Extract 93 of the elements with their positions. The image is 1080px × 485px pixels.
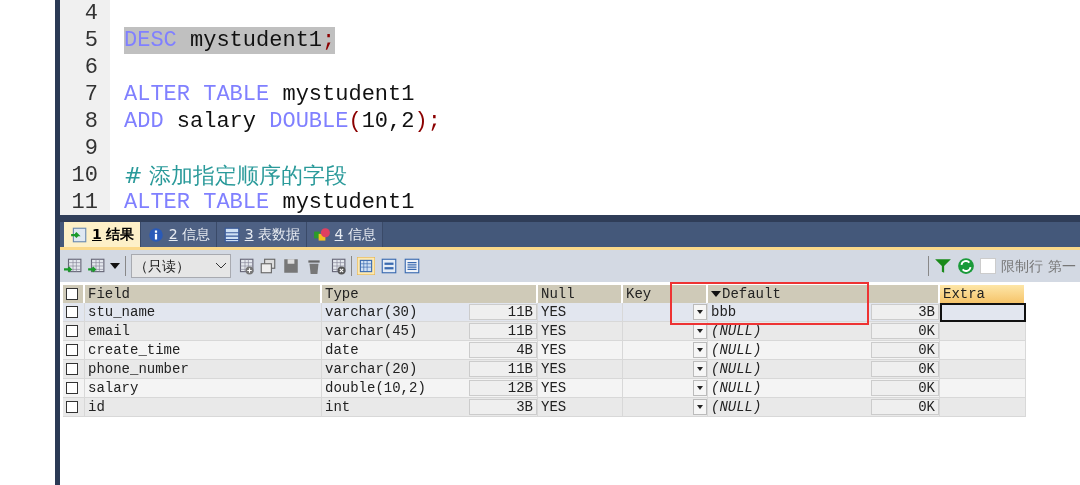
grid-view-icon[interactable] (357, 257, 375, 275)
column-header[interactable]: Type (322, 285, 538, 303)
dropdown-button[interactable] (693, 361, 707, 377)
table-row[interactable]: email varchar(45) 11B YES (NULL) 0K (63, 322, 1026, 341)
table-cell: (NULL) (711, 379, 762, 397)
dropdown-button[interactable] (693, 380, 707, 396)
size-field: 11B (469, 361, 537, 377)
result-tab[interactable]: 2 信息 (140, 222, 217, 247)
line-number: 10 (70, 162, 99, 189)
dropdown-button[interactable] (693, 342, 707, 358)
caret-icon (697, 329, 703, 333)
table-cell: int (325, 398, 351, 416)
size-field: 3B (871, 304, 939, 320)
caret-icon (697, 348, 703, 352)
size-field: 4B (469, 342, 537, 358)
column-header[interactable]: Null (538, 285, 623, 303)
row-checkbox[interactable] (66, 382, 78, 394)
import-icon[interactable] (64, 257, 82, 275)
row-checkbox[interactable] (66, 325, 78, 337)
row-checkbox[interactable] (66, 306, 78, 318)
line-number: 7 (83, 81, 99, 108)
column-header[interactable]: Default (708, 285, 940, 303)
refresh-icon[interactable] (957, 257, 975, 275)
size-field: 3B (469, 399, 537, 415)
filter-icon[interactable] (934, 257, 952, 275)
table-cell: bbb (711, 303, 737, 321)
code-line: ADD salary DOUBLE(10,2); (124, 109, 441, 134)
limit-label: 限制行 (1001, 256, 1043, 276)
caret-icon (697, 386, 703, 390)
table-row[interactable]: stu_name varchar(30) 11B YES bbb 3B (63, 303, 1026, 322)
line-number: 6 (83, 54, 99, 81)
table-cell: varchar(20) (325, 360, 418, 378)
line-number: 11 (70, 189, 99, 215)
line-number: 4 (83, 0, 99, 27)
result-tab[interactable]: 1 结果 (64, 222, 141, 247)
shapes-icon (312, 225, 331, 244)
select-all-checkbox[interactable] (66, 288, 78, 300)
size-field: 0K (871, 399, 939, 415)
line-number: 9 (83, 135, 99, 162)
save-icon[interactable] (282, 257, 300, 275)
result-tab[interactable]: 4 信息 (306, 222, 383, 247)
table-cell: (NULL) (711, 398, 762, 416)
export-icon[interactable] (87, 257, 105, 275)
row-checkbox[interactable] (66, 401, 78, 413)
chevron-icon (216, 263, 226, 269)
table-cell: varchar(30) (325, 303, 418, 321)
table-cell: (NULL) (711, 360, 762, 378)
code-line: ALTER TABLE mystudent1 (124, 190, 415, 215)
limit-checkbox[interactable] (980, 258, 996, 274)
sort-icon (711, 291, 721, 298)
dropdown-button[interactable] (693, 399, 707, 415)
table-row[interactable]: salary double(10,2) 12B YES (NULL) 0K (63, 379, 1026, 398)
table-cell: (NULL) (711, 341, 762, 359)
mode-dropdown[interactable]: （只读） (131, 254, 231, 278)
caret-icon (697, 367, 703, 371)
size-field: 0K (871, 323, 939, 339)
table-row[interactable]: phone_number varchar(20) 11B YES (NULL) 0K (63, 360, 1026, 379)
table-cell: double(10,2) (325, 379, 426, 397)
table-icon (222, 225, 241, 244)
size-field: 12B (469, 380, 537, 396)
table-cell: date (325, 341, 359, 359)
table-row[interactable]: id int 3B YES (NULL) 0K (63, 398, 1026, 417)
table-cell: id (85, 398, 322, 417)
table-cell: (NULL) (711, 322, 762, 340)
size-field: 11B (469, 323, 537, 339)
row-checkbox[interactable] (66, 363, 78, 375)
size-field: 0K (871, 342, 939, 358)
caret-icon (697, 310, 703, 314)
text-view-icon[interactable] (403, 257, 421, 275)
line-number: 5 (83, 27, 99, 54)
code-line: ALTER TABLE mystudent1 (124, 82, 415, 107)
trash-icon[interactable] (305, 257, 323, 275)
caret-icon[interactable] (110, 263, 120, 269)
info-icon (146, 225, 165, 244)
dropdown-button[interactable] (693, 304, 707, 320)
duplicate-icon[interactable] (259, 257, 277, 275)
caret-icon (697, 405, 703, 409)
line-number: 8 (83, 108, 99, 135)
table-cell: varchar(45) (325, 322, 418, 340)
column-header[interactable]: Key (623, 285, 708, 303)
first-label: 第一 (1048, 256, 1076, 276)
table-cell: YES (538, 398, 623, 417)
size-field: 0K (871, 361, 939, 377)
result-tab[interactable]: 3 表数据 (216, 222, 307, 247)
column-header[interactable]: Extra (940, 285, 1026, 303)
code-line: # 添加指定顺序的字段 (124, 165, 348, 190)
row-checkbox[interactable] (66, 344, 78, 356)
size-field: 0K (871, 380, 939, 396)
form-view-icon[interactable] (380, 257, 398, 275)
table-row[interactable]: create_time date 4B YES (NULL) 0K (63, 341, 1026, 360)
size-field: 11B (469, 304, 537, 320)
column-header[interactable]: Field (85, 285, 322, 303)
results-icon (70, 225, 88, 244)
